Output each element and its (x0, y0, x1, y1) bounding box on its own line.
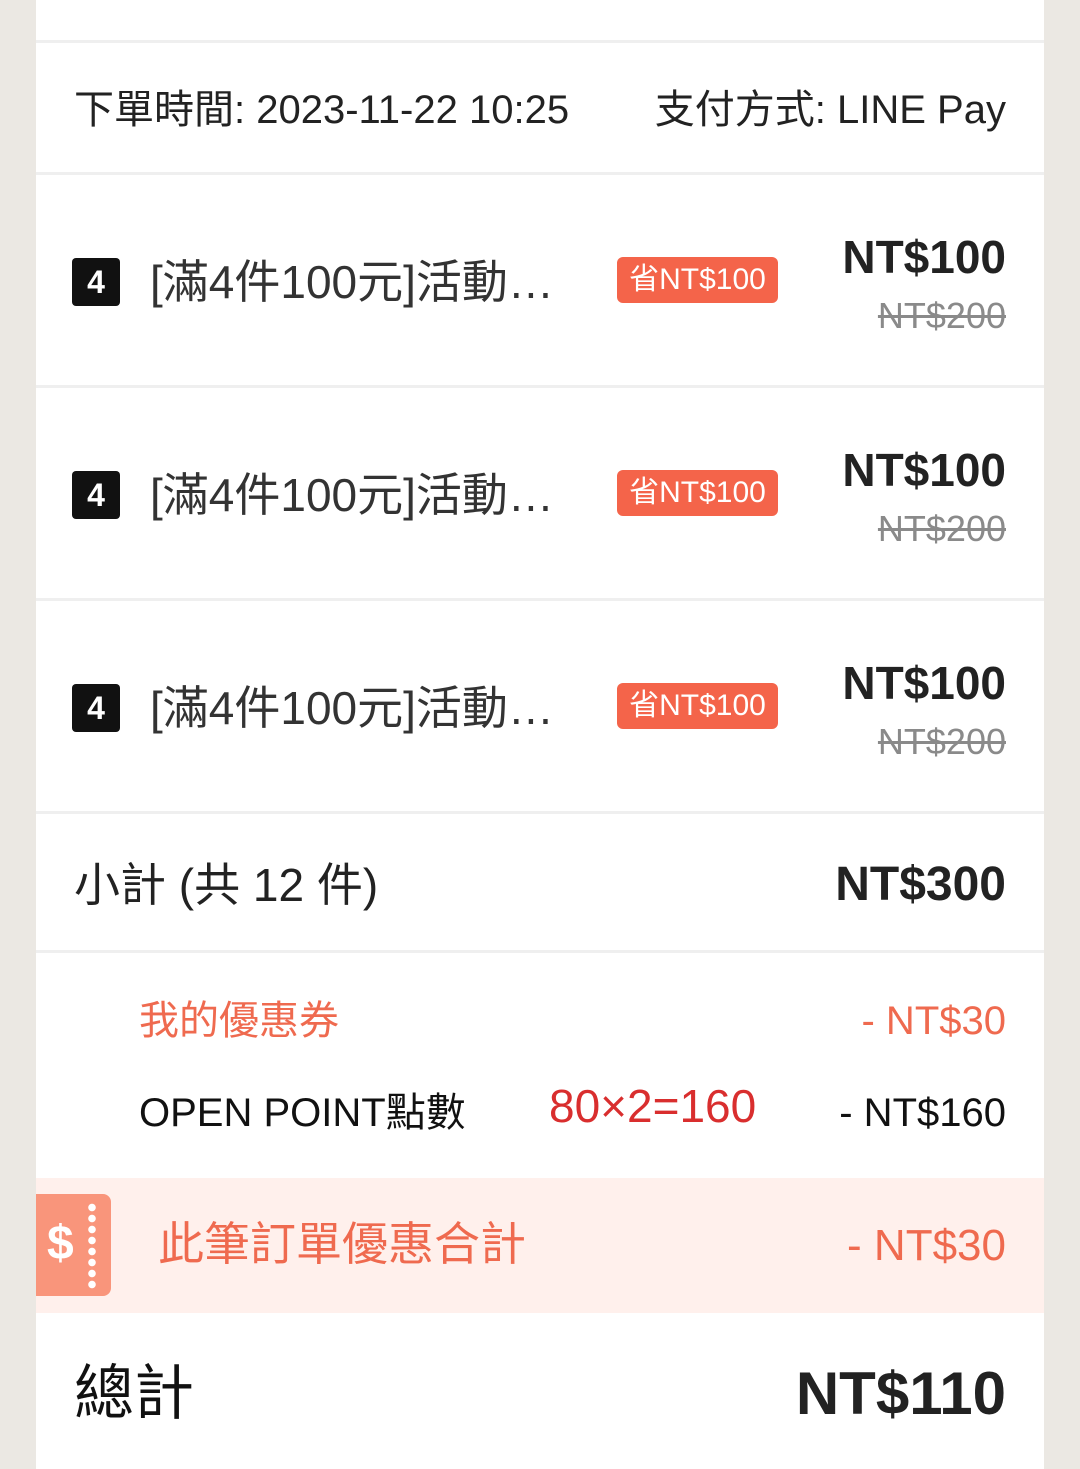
discount-total-label: 此筆訂單優惠合計 (158, 1218, 526, 1270)
item-title[interactable]: [滿4件100元]活動… (150, 254, 560, 310)
coupon-value: - NT$30 (861, 999, 1007, 1043)
coupon-ticket-icon: $ (36, 1194, 111, 1296)
quantity-badge: 4 (72, 258, 120, 306)
dollar-icon: $ (47, 1217, 74, 1270)
item-original-price: NT$200 (877, 295, 1006, 336)
divider (36, 950, 1044, 953)
divider (36, 40, 1044, 43)
divider (36, 598, 1044, 601)
subtotal-label: 小計 (共 12 件) (74, 859, 379, 911)
discount-total-band: $ 此筆訂單優惠合計 - NT$30 (36, 1178, 1044, 1313)
item-title[interactable]: [滿4件100元]活動… (150, 467, 560, 523)
total-label: 總計 (74, 1360, 194, 1427)
quantity-badge: 4 (72, 471, 120, 519)
divider (36, 811, 1044, 814)
item-original-price: NT$200 (877, 721, 1006, 762)
subtotal-value: NT$300 (835, 858, 1006, 911)
item-original-price: NT$200 (877, 508, 1006, 549)
divider (36, 385, 1044, 388)
item-price: NT$100 (842, 657, 1006, 709)
order-summary-card: 下單時間: 2023-11-22 10:25 支付方式: LINE Pay 4 … (36, 0, 1044, 1469)
savings-tag: 省NT$100 (617, 683, 778, 729)
open-point-value: - NT$160 (839, 1091, 1006, 1135)
item-price: NT$100 (842, 444, 1006, 496)
discount-total-value: - NT$30 (847, 1221, 1006, 1270)
points-annotation: 80×2=160 (549, 1080, 757, 1132)
payment-method: 支付方式: LINE Pay (654, 88, 1006, 132)
open-point-label: OPEN POINT點數 (139, 1091, 466, 1135)
divider (36, 172, 1044, 175)
item-price: NT$100 (842, 231, 1006, 283)
savings-tag: 省NT$100 (617, 470, 778, 516)
coupon-label[interactable]: 我的優惠券 (139, 995, 339, 1047)
quantity-badge: 4 (72, 684, 120, 732)
total-value: NT$110 (795, 1360, 1006, 1427)
savings-tag: 省NT$100 (617, 257, 778, 303)
item-title[interactable]: [滿4件100元]活動… (150, 680, 560, 736)
order-time: 下單時間: 2023-11-22 10:25 (74, 88, 570, 132)
perforation-dots (87, 1202, 97, 1290)
